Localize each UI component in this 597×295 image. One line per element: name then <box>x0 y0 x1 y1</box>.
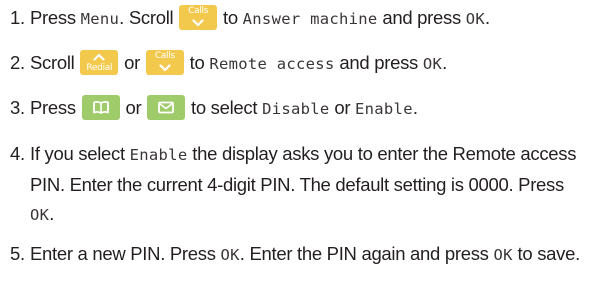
text: . Enter the PIN again and press <box>239 243 494 264</box>
redial-up-key: Redial <box>80 49 119 75</box>
display-text-ok: OK <box>422 55 443 73</box>
right-soft-key <box>147 94 186 120</box>
key-label: Redial <box>86 62 113 73</box>
text: Press <box>30 7 81 28</box>
step-text: Press or to select Disable or Enable. <box>30 93 585 124</box>
display-text-ok: OK <box>465 10 486 28</box>
chevron-down-icon <box>192 19 204 26</box>
display-text-enable: Enable <box>355 100 413 118</box>
display-text-answer-machine: Answer machine <box>242 10 378 28</box>
step-3: 3. Press or to select Disable or Enable. <box>10 93 585 124</box>
text: . <box>485 7 490 28</box>
step-4: 4. If you select Enable the display asks… <box>10 139 585 230</box>
text: to <box>218 7 243 28</box>
step-5: 5. Enter a new PIN. Press OK. Enter the … <box>10 239 585 270</box>
display-text-ok: OK <box>220 246 240 264</box>
display-text-ok: OK <box>30 206 50 224</box>
text: Press <box>30 97 81 118</box>
text: to select <box>186 97 263 118</box>
step-number: 2. <box>10 52 25 73</box>
display-text-ok: OK <box>493 246 513 264</box>
step-number: 3. <box>10 97 25 118</box>
text: to save. <box>512 243 581 264</box>
instruction-page: 1. Press Menu. Scroll Calls to Answer ma… <box>0 0 597 295</box>
step-text: Enter a new PIN. Press OK. Enter the PIN… <box>30 239 585 270</box>
step-2: 2. Scroll Redial or Calls to Remote acce… <box>10 48 585 79</box>
chevron-down-icon <box>159 64 171 71</box>
text: or <box>120 97 147 118</box>
text: and press <box>377 7 466 28</box>
text: . <box>49 203 55 224</box>
text: Enter a new PIN. Press <box>30 243 221 264</box>
envelope-icon <box>158 101 175 114</box>
calls-down-key: Calls <box>145 49 184 75</box>
step-number: 1. <box>10 7 25 28</box>
chevron-up-icon <box>93 53 105 61</box>
display-text-menu: Menu <box>80 10 120 28</box>
phonebook-icon <box>92 100 109 114</box>
key-label: Calls <box>188 5 209 16</box>
step-text: If you select Enable the display asks yo… <box>30 139 585 230</box>
text: Scroll <box>30 52 80 73</box>
text: . <box>412 97 418 118</box>
left-soft-key <box>81 94 120 120</box>
display-text-remote-access: Remote access <box>209 55 335 73</box>
text: or <box>119 52 145 73</box>
text: to <box>184 52 210 73</box>
key-label: Calls <box>154 50 175 61</box>
text: or <box>329 97 356 118</box>
calls-down-key: Calls <box>179 4 218 30</box>
display-text-enable: Enable <box>129 146 188 164</box>
text: and press <box>334 52 423 73</box>
step-number: 4. <box>10 143 25 164</box>
step-1: 1. Press Menu. Scroll Calls to Answer ma… <box>10 3 585 34</box>
step-text: Scroll Redial or Calls to Remote access … <box>30 48 585 79</box>
text: . Scroll <box>119 7 179 28</box>
text: . <box>442 52 447 73</box>
display-text-disable: Disable <box>262 100 330 118</box>
step-number: 5. <box>10 243 25 264</box>
step-text: Press Menu. Scroll Calls to Answer machi… <box>30 3 585 34</box>
text: If you select <box>30 143 130 164</box>
